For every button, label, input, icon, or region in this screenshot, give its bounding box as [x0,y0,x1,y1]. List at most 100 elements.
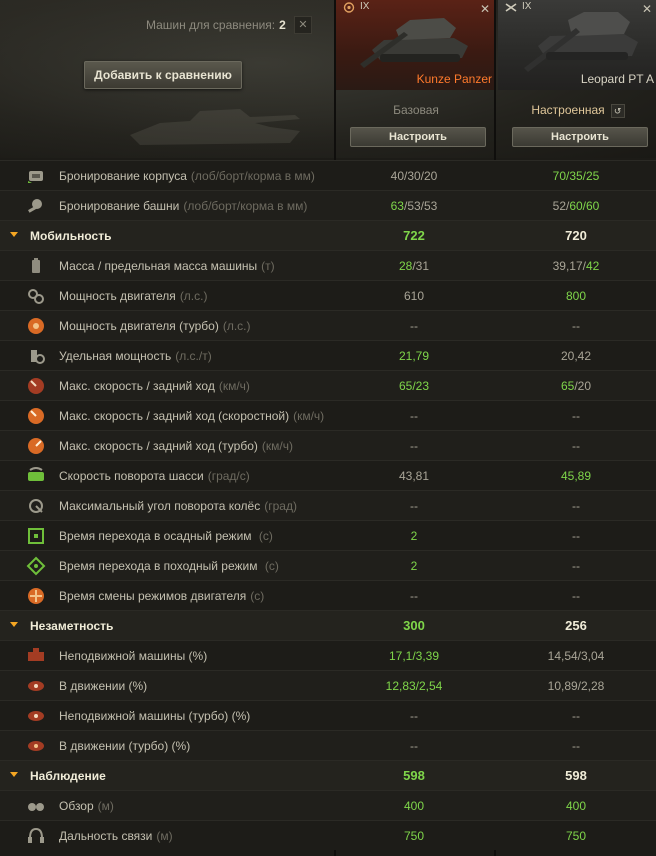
stat-value-part: -- [572,559,580,573]
camo-moving-icon [28,681,44,691]
stat-value-part: 65 [560,379,575,393]
radio-range-icon [28,827,44,843]
stat-value-v1: 2 [334,529,494,543]
stat-row: Время перехода в осадный режим (с) 2 -- [0,520,656,550]
tank-silhouette-background [130,109,300,145]
stat-label: Бронирование корпуса (лоб/борт/корма в мм… [59,169,315,183]
stat-value-v1: 40/30/20 [334,169,494,183]
vehicle-name: Leopard PT A [580,72,654,86]
stat-value-part: 52/ [552,199,570,213]
stat-label: Масса / предельная масса машины (т) [59,259,275,273]
stat-value-part: 610 [403,289,425,303]
stat-value-v1: -- [334,439,494,453]
stat-value-v2: -- [496,709,656,723]
stat-value-v1: -- [334,409,494,423]
speed-icon [28,378,44,394]
stat-value-v1: -- [334,739,494,753]
engine-turbo-icon [28,318,44,334]
stat-value-v2: -- [496,529,656,543]
stat-value-v1: 63/53/53 [334,199,494,213]
stat-label-text: Время перехода в походный режим [59,559,258,573]
stat-label: Мощность двигателя (л.с.) [59,289,207,303]
section-header-row[interactable]: Незаметность 300 256 [0,610,656,640]
add-to-compare-button[interactable]: Добавить к сравнению [84,61,242,89]
weight-icon [32,258,40,273]
stat-label: Неподвижной машины (%) [59,649,207,663]
nation-flag-icon [505,3,517,12]
vehicle-image-1: IX ✕ Kunze Panzer [336,0,496,90]
camo-still-icon [28,648,44,661]
stat-unit: (км/ч) [218,379,250,393]
stat-value-part: /20 [574,379,592,393]
stat-unit: (л.с.) [222,319,251,333]
stat-value-part: -- [572,499,580,513]
stat-label-text: Бронирование корпуса [59,169,187,183]
section-header-row[interactable]: Наблюдение 598 598 [0,760,656,790]
stat-row: Максимальный угол поворота колёс (град) --… [0,490,656,520]
stat-value-part: -- [572,739,580,753]
stat-value-part: 43,81 [398,469,430,483]
config-label: Базовая [393,103,439,117]
travel-mode-icon [26,556,46,576]
stat-value-part: 60/60 [569,199,600,213]
reset-config-icon[interactable]: ↺ [610,103,625,118]
stat-label: Время смены режимов двигателя (с) [59,589,264,603]
chevron-down-icon[interactable] [10,232,18,237]
close-icon: ✕ [298,19,308,31]
stat-value-part: 750 [403,829,425,843]
stat-value-part: 400 [565,799,587,813]
stat-label-text: Дальность связи [59,829,153,843]
stat-row: Удельная мощность (л.с./т) 21,79 20,42 [0,340,656,370]
stat-label-text: В движении (%) [59,679,148,693]
stat-row: Макс. скорость / задний ход (скоростной)… [0,400,656,430]
vehicle-card-2: IX ✕ Leopard PT A Настроенная ↺ Настроить [498,0,656,158]
turret-armor-icon [28,199,42,213]
stat-value-v1: 43,81 [334,469,494,483]
stat-value-v2: 39,17/42 [496,259,656,273]
section-total-v2: 720 [565,228,587,243]
stat-value-v1: -- [334,319,494,333]
stat-label-text: Удельная мощность [59,349,172,363]
stat-unit: (км/ч) [261,439,293,453]
stat-value-part: /31 [412,259,430,273]
stat-unit: (км/ч) [293,409,325,423]
engine-power-icon [28,289,44,304]
stat-value-v2: -- [496,439,656,453]
stat-value-v1: 21,79 [334,349,494,363]
stat-value-part: -- [410,319,418,333]
stat-value-v2: 10,89/2,28 [496,679,656,693]
stat-value-v1: -- [334,709,494,723]
section-header-row[interactable]: Мобильность 722 720 [0,220,656,250]
stat-unit: (л.с./т) [175,349,212,363]
camo-still-turbo-icon [28,711,44,721]
remove-vehicle-button[interactable]: ✕ [478,2,492,16]
header-left-panel: Машин для сравнения: 2 ✕ Добавить к сравн… [0,0,334,158]
stat-row: Обзор (м) 400 400 [0,790,656,820]
stat-value-v2: -- [496,409,656,423]
setup-button[interactable]: Настроить [350,127,486,147]
speed-fast-icon [28,408,44,424]
clear-compare-button[interactable]: ✕ [294,16,312,34]
stat-value-part: -- [410,409,418,423]
stat-row: Масса / предельная масса машины (т) 28/31 3… [0,250,656,280]
stat-unit: (лоб/борт/корма в мм) [190,169,315,183]
chevron-down-icon[interactable] [10,772,18,777]
stat-value-part: -- [572,409,580,423]
stat-row: Неподвижной машины (турбо) (%) -- -- [0,700,656,730]
section-label: Мобильность [30,229,112,243]
stat-value-part: -- [572,529,580,543]
stat-value-v2: 52/60/60 [496,199,656,213]
stat-value-part: 750 [565,829,587,843]
chevron-down-icon[interactable] [10,622,18,627]
compare-count-value: 2 [279,18,286,32]
stat-label: Бронирование башни (лоб/борт/корма в мм) [59,199,307,213]
setup-button[interactable]: Настроить [512,127,648,147]
stat-label-text: Время перехода в осадный режим [59,529,252,543]
stat-label: Макс. скорость / задний ход (скоростной)… [59,409,324,423]
stat-value-part: /53/53 [403,199,438,213]
config-label: Настроенная ↺ [498,103,656,118]
stat-unit: (м) [156,829,173,843]
stat-label: Дальность связи (м) [59,829,173,843]
vehicle-card-1: IX ✕ Kunze Panzer Базовая Настроить [336,0,496,158]
stat-value-v1: 750 [334,829,494,843]
